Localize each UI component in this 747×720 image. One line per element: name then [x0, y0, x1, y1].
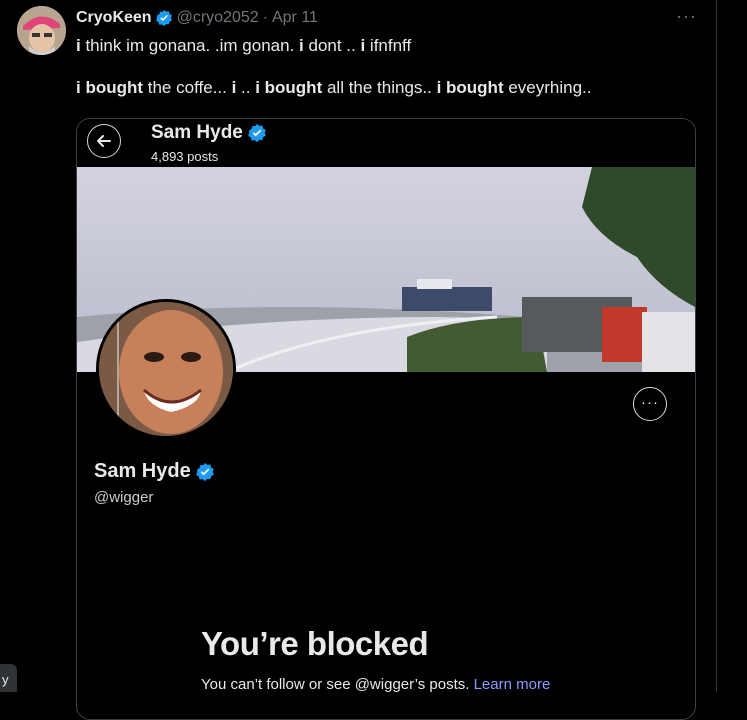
tweet-text-segment: i bought [76, 78, 144, 97]
post-count: 4,893 posts [151, 149, 219, 164]
tweet-text-line-2: i bought the coffe... i .. i bought all … [76, 77, 706, 98]
verified-badge-icon [248, 123, 266, 143]
tweet-text-segment: the coffe... [143, 78, 232, 97]
profile-handle: @wigger [94, 489, 154, 506]
top-bar-name-row: Sam Hyde [151, 122, 267, 144]
back-arrow-icon [97, 135, 111, 147]
profile-name-row: Sam Hyde [94, 460, 215, 483]
left-column-fragment-text: y [2, 672, 9, 687]
profile-top-bar: Sam Hyde 4,893 posts [77, 119, 695, 167]
author-display-name[interactable]: CryoKeen [76, 9, 152, 27]
profile-name: Sam Hyde [94, 460, 191, 482]
learn-more-link[interactable]: Learn more [474, 676, 551, 693]
blocked-title: You’re blocked [201, 625, 429, 662]
top-bar-name: Sam Hyde [151, 122, 243, 143]
profile-avatar-image [99, 302, 233, 436]
tweet-text-segment: i bought [436, 78, 504, 97]
tweet-text: i think im gonana. .im gonan. i dont .. … [76, 35, 706, 98]
verified-badge-icon [155, 9, 172, 27]
tweet-text-line-1: i think im gonana. .im gonan. i dont .. … [76, 35, 706, 56]
author-avatar[interactable] [17, 6, 66, 55]
verified-badge-icon [195, 462, 214, 481]
left-column-fragment: y [0, 664, 17, 692]
tweet-text-segment: eveyrhing.. [503, 78, 592, 97]
avatar-image [17, 6, 66, 55]
blocked-text: You can’t follow or see @wigger’s posts. [201, 676, 474, 693]
back-button[interactable] [87, 124, 121, 158]
profile-more-button[interactable]: ··· [633, 387, 667, 421]
embedded-screenshot-card[interactable]: Sam Hyde 4,893 posts ··· Sam Hyde @wigge… [76, 118, 696, 720]
tweet-text-segment: ifnfnff [365, 36, 412, 55]
more-options-icon[interactable]: ··· [676, 6, 697, 27]
tweet-header: CryoKeen @cryo2052 · Apr 11 [76, 8, 318, 28]
author-handle[interactable]: @cryo2052 [177, 9, 259, 27]
tweet-text-segment: i bought [255, 78, 323, 97]
tweet-text-segment: all the things.. [322, 78, 437, 97]
column-divider [716, 0, 717, 692]
tweet-text-segment: think im gonana. .im gonan. [80, 36, 300, 55]
separator-dot: · [262, 9, 268, 26]
blocked-message: You can’t follow or see @wigger’s posts.… [201, 676, 550, 693]
tweet-text-segment: .. [236, 78, 256, 97]
tweet-date[interactable]: Apr 11 [272, 9, 318, 27]
tweet-text-segment: dont .. [303, 36, 361, 55]
profile-avatar[interactable] [96, 299, 236, 439]
